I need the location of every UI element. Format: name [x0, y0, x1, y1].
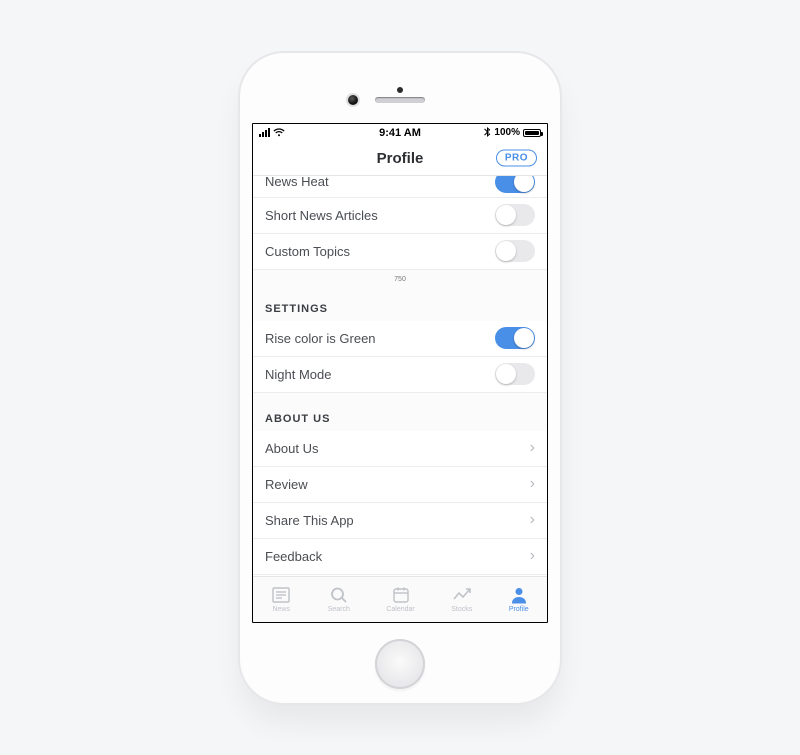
row-custom-topics: Custom Topics: [253, 234, 547, 270]
chevron-right-icon: ›: [530, 439, 535, 457]
tab-label: Calendar: [386, 606, 414, 613]
row-short-news: Short News Articles: [253, 198, 547, 234]
search-icon: [329, 586, 349, 604]
stocks-icon: [452, 586, 472, 604]
tab-stocks[interactable]: Stocks: [451, 586, 472, 613]
tab-label: Search: [328, 606, 350, 613]
row-night-mode: Night Mode: [253, 357, 547, 393]
row-about-us[interactable]: About Us ›: [253, 431, 547, 467]
label-rise-color: Rise color is Green: [265, 331, 376, 346]
profile-icon: [509, 586, 529, 604]
content-scroll[interactable]: News Heat Short News Articles Custom Top…: [253, 176, 547, 576]
tiny-mark: 750: [253, 270, 547, 283]
calendar-icon: [391, 586, 411, 604]
tab-bar: News Search Calendar Stocks Profile: [253, 576, 547, 622]
label-about-us: About Us: [265, 441, 318, 456]
tab-search[interactable]: Search: [328, 586, 350, 613]
row-feedback[interactable]: Feedback ›: [253, 539, 547, 575]
speaker-grille: [375, 97, 425, 103]
toggle-custom-topics[interactable]: [495, 240, 535, 262]
phone-frame: 9:41 AM 100% Profile PRO News Heat Short…: [240, 53, 560, 703]
section-about: ABOUT US: [253, 393, 547, 431]
tab-calendar[interactable]: Calendar: [386, 586, 414, 613]
toggle-news-heat[interactable]: [495, 176, 535, 194]
row-rise-color: Rise color is Green: [253, 321, 547, 357]
front-camera: [348, 95, 358, 105]
chevron-right-icon: ›: [530, 511, 535, 529]
row-share-app[interactable]: Share This App ›: [253, 503, 547, 539]
tab-label: News: [272, 606, 290, 613]
screen: 9:41 AM 100% Profile PRO News Heat Short…: [252, 123, 548, 623]
chevron-right-icon: ›: [530, 547, 535, 565]
news-icon: [271, 586, 291, 604]
pro-badge[interactable]: PRO: [496, 150, 537, 167]
label-news-heat: News Heat: [265, 176, 329, 189]
battery-icon: [523, 129, 541, 137]
chevron-right-icon: ›: [530, 475, 535, 493]
label-review: Review: [265, 477, 308, 492]
tab-profile[interactable]: Profile: [509, 586, 529, 613]
toggle-rise-color[interactable]: [495, 327, 535, 349]
sensor-dot: [397, 87, 403, 93]
nav-bar: Profile PRO: [253, 142, 547, 176]
status-time: 9:41 AM: [253, 127, 547, 139]
tab-label: Profile: [509, 606, 529, 613]
section-settings: SETTINGS: [253, 283, 547, 321]
row-review[interactable]: Review ›: [253, 467, 547, 503]
status-bar: 9:41 AM 100%: [253, 124, 547, 142]
tab-label: Stocks: [451, 606, 472, 613]
label-short-news: Short News Articles: [265, 208, 378, 223]
label-custom-topics: Custom Topics: [265, 244, 350, 259]
page-title: Profile: [377, 150, 424, 167]
tab-news[interactable]: News: [271, 586, 291, 613]
toggle-short-news[interactable]: [495, 204, 535, 226]
label-night-mode: Night Mode: [265, 367, 331, 382]
row-news-heat: News Heat: [253, 176, 547, 198]
home-button[interactable]: [375, 639, 425, 689]
label-feedback: Feedback: [265, 549, 322, 564]
toggle-night-mode[interactable]: [495, 363, 535, 385]
label-share-app: Share This App: [265, 513, 354, 528]
